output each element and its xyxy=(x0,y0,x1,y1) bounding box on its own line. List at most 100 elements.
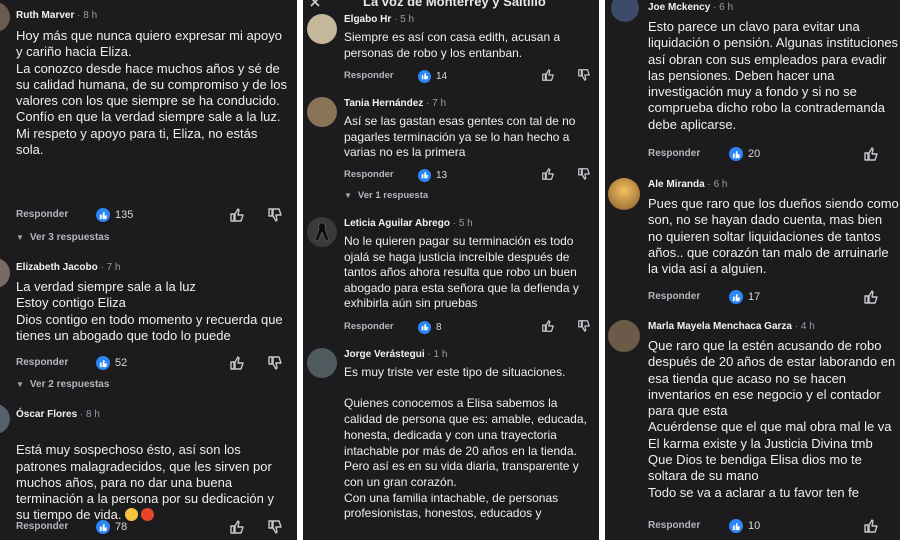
page-title: La voz de Monterrey y Saltillo xyxy=(363,0,546,9)
reply-button[interactable]: Responder xyxy=(344,321,394,332)
view-replies-label: Ver 1 respuesta xyxy=(357,190,429,201)
comment-actions: Responder 135 xyxy=(16,207,290,225)
comment-author-line: Ruth Marver · 8 h xyxy=(16,10,98,21)
like-thumbs-up-icon[interactable] xyxy=(863,146,879,162)
like-thumbs-up-icon[interactable] xyxy=(229,355,245,371)
like-summary[interactable]: 17 xyxy=(729,289,760,305)
view-replies-link[interactable]: ▼ Ver 3 respuestas xyxy=(16,232,109,243)
comment-time: 5 h xyxy=(400,14,415,25)
avatar[interactable] xyxy=(0,2,10,32)
avatar[interactable] xyxy=(608,178,640,210)
avatar[interactable] xyxy=(611,0,639,22)
reply-button[interactable]: Responder xyxy=(16,521,68,532)
view-replies-link[interactable]: ▼ Ver 1 respuesta xyxy=(344,190,428,201)
comment-author-line: Jorge Verástegui · 1 h xyxy=(344,349,448,360)
like-summary[interactable]: 13 xyxy=(418,167,447,183)
reply-button[interactable]: Responder xyxy=(344,70,394,81)
like-count: 20 xyxy=(748,148,761,160)
reply-button[interactable]: Responder xyxy=(648,291,700,302)
reply-button[interactable]: Responder xyxy=(16,209,68,220)
like-summary[interactable]: 78 xyxy=(96,519,127,535)
comment-author[interactable]: Tania Hernández xyxy=(344,98,423,109)
avatar[interactable] xyxy=(608,320,640,352)
like-count: 135 xyxy=(115,209,134,221)
comment-text: Que raro que la estén acusando de robo d… xyxy=(648,338,896,500)
like-count: 13 xyxy=(436,169,448,181)
view-replies-link[interactable]: ▼ Ver 2 respuestas xyxy=(16,379,109,390)
comment-author[interactable]: Joe Mckency xyxy=(648,2,710,13)
comment-text: Hoy más que nunca quiero expresar mi apo… xyxy=(16,28,287,158)
reply-button[interactable]: Responder xyxy=(16,357,68,368)
like-summary[interactable]: 20 xyxy=(729,146,760,162)
dislike-thumbs-down-icon[interactable] xyxy=(267,355,283,371)
comment-author-line: Joe Mckency · 6 h xyxy=(648,2,734,13)
thumbs-up-icon xyxy=(729,147,743,161)
avatar[interactable] xyxy=(0,404,10,434)
comment-author[interactable]: Ale Miranda xyxy=(648,179,705,190)
dislike-thumbs-down-icon[interactable] xyxy=(267,519,283,535)
comments-panel-left: Ruth Marver · 8 h Hoy más que nunca quie… xyxy=(0,0,297,540)
comment-time: 7 h xyxy=(106,262,121,273)
dislike-thumbs-down-icon[interactable] xyxy=(577,167,591,181)
comment-time: 6 h xyxy=(719,2,734,13)
like-thumbs-up-icon[interactable] xyxy=(863,518,879,534)
comment-time: 6 h xyxy=(713,179,728,190)
avatar[interactable] xyxy=(307,14,337,44)
view-replies-label: Ver 3 respuestas xyxy=(29,232,110,243)
reply-button[interactable]: Responder xyxy=(344,169,394,180)
like-thumbs-up-icon[interactable] xyxy=(541,319,555,333)
comment-text: Es muy triste ver este tipo de situacion… xyxy=(344,365,587,521)
avatar[interactable] xyxy=(307,217,337,247)
comment-author[interactable]: Elizabeth Jacobo xyxy=(16,262,98,273)
like-summary[interactable]: 14 xyxy=(418,68,447,84)
like-thumbs-up-icon[interactable] xyxy=(541,68,555,82)
like-summary[interactable]: 10 xyxy=(729,518,760,534)
comment-text: No le quieren pagar su terminación es to… xyxy=(344,234,579,310)
comments-panel-middle: La voz de Monterrey y Saltillo Elgabo Hr… xyxy=(303,0,599,540)
comment-author-line: Marla Mayela Menchaca Garza · 4 h xyxy=(648,321,815,332)
comment-author-line: Óscar Flores · 8 h xyxy=(16,409,100,420)
comment-author[interactable]: Jorge Verástegui xyxy=(344,349,425,360)
comment-author[interactable]: Elgabo Hr xyxy=(344,14,391,25)
comment-text: Esto parece un clavo para evitar una liq… xyxy=(648,19,899,132)
comment-author[interactable]: Óscar Flores xyxy=(16,409,77,420)
like-count: 8 xyxy=(436,321,442,333)
dislike-thumbs-down-icon[interactable] xyxy=(267,207,283,223)
like-thumbs-up-icon[interactable] xyxy=(229,207,245,223)
dislike-thumbs-down-icon[interactable] xyxy=(577,68,591,82)
thumbs-up-icon xyxy=(729,519,743,533)
comment-author[interactable]: Ruth Marver xyxy=(16,10,74,21)
avatar[interactable] xyxy=(0,258,10,288)
thumbs-up-icon xyxy=(418,168,431,182)
like-thumbs-up-icon[interactable] xyxy=(863,289,879,305)
like-summary[interactable]: 52 xyxy=(96,355,127,371)
comment-actions: Responder 14 xyxy=(344,68,594,86)
comment-actions: Responder 52 xyxy=(16,355,290,373)
reply-button[interactable]: Responder xyxy=(648,520,700,531)
comment-text: Así se las gastan esas gentes con tal de… xyxy=(344,114,576,159)
comment-time: 1 h xyxy=(433,349,448,360)
thumbs-up-icon xyxy=(96,356,110,370)
chevron-down-icon: ▼ xyxy=(16,380,24,389)
like-count: 78 xyxy=(115,521,128,533)
like-thumbs-up-icon[interactable] xyxy=(229,519,245,535)
comment-text: Está muy sospechoso ésto, así son los pa… xyxy=(16,426,288,524)
like-summary[interactable]: 8 xyxy=(418,319,442,335)
avatar[interactable] xyxy=(307,97,337,127)
comment-author[interactable]: Marla Mayela Menchaca Garza xyxy=(648,321,792,332)
comments-panel-right: Joe Mckency · 6 h Esto parece un clavo p… xyxy=(605,0,900,540)
comment-time: 7 h xyxy=(432,98,447,109)
close-icon[interactable] xyxy=(309,0,321,8)
comment-time: 8 h xyxy=(83,10,98,21)
thumbs-up-icon xyxy=(96,208,110,222)
dislike-thumbs-down-icon[interactable] xyxy=(577,319,591,333)
like-summary[interactable]: 135 xyxy=(96,207,133,223)
reply-button[interactable]: Responder xyxy=(648,148,700,159)
avatar[interactable] xyxy=(307,348,337,378)
comment-time: 5 h xyxy=(458,218,473,229)
comment-actions: Responder 10 xyxy=(648,518,898,536)
comment-text: La verdad siempre sale a la luz Estoy co… xyxy=(16,279,283,343)
comment-author[interactable]: Leticia Aguilar Abrego xyxy=(344,218,450,229)
like-thumbs-up-icon[interactable] xyxy=(541,167,555,181)
like-count: 14 xyxy=(436,70,448,82)
